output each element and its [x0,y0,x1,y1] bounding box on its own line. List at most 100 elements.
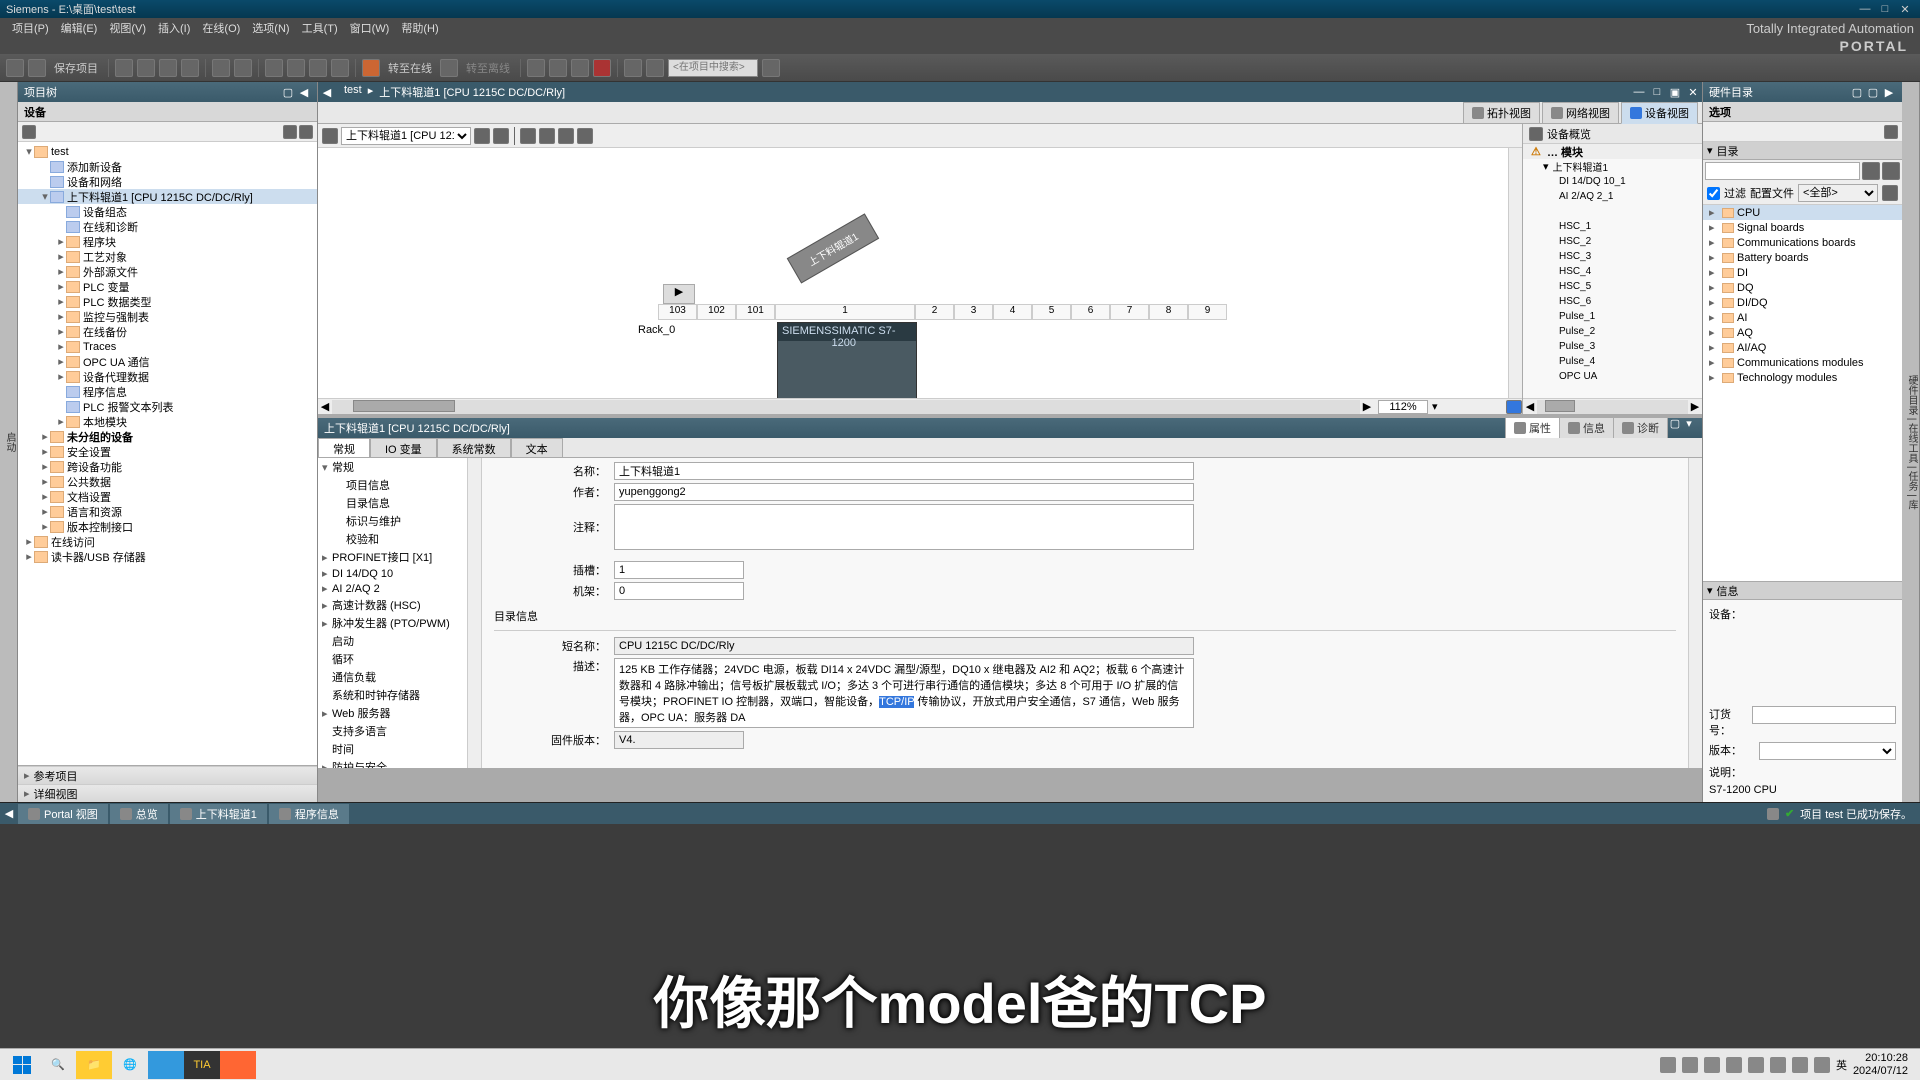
tree-node[interactable]: ▸工艺对象 [18,249,317,264]
scroll-left-icon[interactable]: ◀ [318,400,332,413]
props-nav-item[interactable]: 循环 [318,650,467,668]
overview-row[interactable]: HSC_3 [1523,249,1702,264]
tray-icon[interactable] [1748,1057,1764,1073]
menu-edit[interactable]: 编辑(E) [55,20,104,36]
catalog-node[interactable]: ▸DI [1703,265,1902,280]
delete-icon[interactable] [181,59,199,77]
filter-checkbox[interactable] [1707,187,1720,200]
canvas-tool-e-icon[interactable] [539,128,555,144]
ov-hscroll-thumb[interactable] [1545,400,1575,412]
tree-node[interactable]: ▸在线备份 [18,324,317,339]
right-dock-tabs[interactable]: 硬件目录 | 在线工具 | 任务 | 库 [1902,82,1920,802]
io-vars-tab[interactable]: IO 变量 [370,438,437,457]
overview-row[interactable]: Pulse_3 [1523,339,1702,354]
slot-header[interactable]: 8 [1149,304,1188,320]
redo-icon[interactable] [234,59,252,77]
comment-textarea[interactable] [614,504,1194,550]
tree-node[interactable]: ▾test [18,144,317,159]
menu-window[interactable]: 窗口(W) [344,20,396,36]
overview-row[interactable]: OPC UA [1523,369,1702,384]
slot-header[interactable]: 1 [775,304,915,320]
tb-icon-i[interactable] [646,59,664,77]
slot-header[interactable]: 9 [1188,304,1227,320]
slot-header[interactable]: 101 [736,304,775,320]
device-editor-tab[interactable]: 上下料辊道1 [170,804,267,824]
tb-icon-d[interactable] [331,59,349,77]
explorer-icon[interactable]: 📁 [76,1051,112,1079]
menu-tools[interactable]: 工具(T) [296,20,344,36]
props-nav-item[interactable]: ▸Web 服务器 [318,704,467,722]
overview-toggle-icon[interactable] [1506,400,1522,414]
tb-icon-a[interactable] [265,59,283,77]
scroll-right-icon[interactable]: ▶ [1360,400,1374,413]
tree-node[interactable]: 设备组态 [18,204,317,219]
search-down-icon[interactable] [1862,162,1880,180]
catalog-tree[interactable]: ▸CPU▸Signal boards▸Communications boards… [1703,205,1902,581]
properties-tab[interactable]: 属性 [1505,417,1560,439]
tree-node[interactable]: ▸未分组的设备 [18,429,317,444]
tree-tool-c-icon[interactable] [299,125,313,139]
menu-project[interactable]: 项目(P) [6,20,55,36]
menu-options[interactable]: 选项(N) [246,20,295,36]
props-close-icon[interactable]: ▾ [1682,417,1696,439]
catalog-node[interactable]: ▸Battery boards [1703,250,1902,265]
tree-node[interactable]: ▸安全设置 [18,444,317,459]
tree-node[interactable]: ▸设备代理数据 [18,369,317,384]
menu-help[interactable]: 帮助(H) [395,20,444,36]
overview-tab[interactable]: 总览 [110,804,168,824]
general-tab[interactable]: 常规 [318,438,370,457]
canvas-tool-c-icon[interactable] [493,128,509,144]
ov-scroll-right-icon[interactable]: ▶ [1688,400,1702,413]
tree-tool-a-icon[interactable] [22,125,36,139]
overview-row[interactable]: HSC_6 [1523,294,1702,309]
cat-collapse-icon[interactable]: ▢ [1866,86,1880,99]
props-min-icon[interactable]: ▢ [1668,417,1682,439]
tree-node[interactable]: 程序信息 [18,384,317,399]
close-button[interactable]: ✕ [1896,3,1914,16]
panel-pin-icon[interactable]: ◀ [297,86,311,99]
tb-icon-c[interactable] [309,59,327,77]
zoom-input[interactable] [1378,400,1428,414]
edge-icon[interactable]: 🌐 [112,1051,148,1079]
properties-nav[interactable]: ▾常规项目信息目录信息标识与维护校验和▸PROFINET接口 [X1]▸DI 1… [318,458,468,768]
catalog-node[interactable]: ▸AQ [1703,325,1902,340]
props-nav-item[interactable]: ▸PROFINET接口 [X1] [318,548,467,566]
tb-icon-e[interactable] [527,59,545,77]
tree-node[interactable]: ▸外部源文件 [18,264,317,279]
panel-collapse-icon[interactable]: ▢ [281,86,295,99]
overview-row[interactable]: DI 14/DQ 10_1 [1523,174,1702,189]
go-offline-icon[interactable] [440,59,458,77]
catalog-node[interactable]: ▸AI/AQ [1703,340,1902,355]
rack-input[interactable] [614,582,744,600]
ime-indicator[interactable]: 英 [1836,1057,1847,1073]
author-input[interactable] [614,483,1194,501]
tree-node[interactable]: ▸OPC UA 通信 [18,354,317,369]
catalog-node[interactable]: ▸Technology modules [1703,370,1902,385]
tree-node[interactable]: ▸跨设备功能 [18,459,317,474]
sys-const-tab[interactable]: 系统常数 [437,438,511,457]
tree-node[interactable]: ▸程序块 [18,234,317,249]
overview-row[interactable]: HSC_4 [1523,264,1702,279]
tree-node[interactable]: ▾上下料辊道1 [CPU 1215C DC/DC/Rly] [18,189,317,204]
props-nav-item[interactable]: ▸脉冲发生器 (PTO/PWM) [318,614,467,632]
cat-opt-icon[interactable] [1884,125,1898,139]
catalog-node[interactable]: ▸AI [1703,310,1902,325]
slot-header[interactable]: 5 [1032,304,1071,320]
tia-portal-icon[interactable]: TIA [184,1051,220,1079]
tray-icon[interactable] [1792,1057,1808,1073]
props-nav-scroll[interactable] [468,458,482,768]
tree-node[interactable]: ▸PLC 数据类型 [18,294,317,309]
zoom-icon[interactable] [577,128,593,144]
network-view-tab[interactable]: 网络视图 [1542,102,1619,124]
breadcrumb-project[interactable]: test [344,84,362,100]
props-nav-item[interactable]: 目录信息 [318,494,467,512]
catalog-search-input[interactable] [1705,162,1860,180]
slot-header[interactable]: 2 [915,304,954,320]
props-nav-item[interactable]: 校验和 [318,530,467,548]
cut-icon[interactable] [115,59,133,77]
catalog-node[interactable]: ▸Communications modules [1703,355,1902,370]
topology-view-tab[interactable]: 拓扑视图 [1463,102,1540,124]
save-button[interactable]: 保存项目 [50,60,102,76]
props-nav-item[interactable]: ▸高速计数器 (HSC) [318,596,467,614]
canvas-tool-f-icon[interactable] [558,128,574,144]
